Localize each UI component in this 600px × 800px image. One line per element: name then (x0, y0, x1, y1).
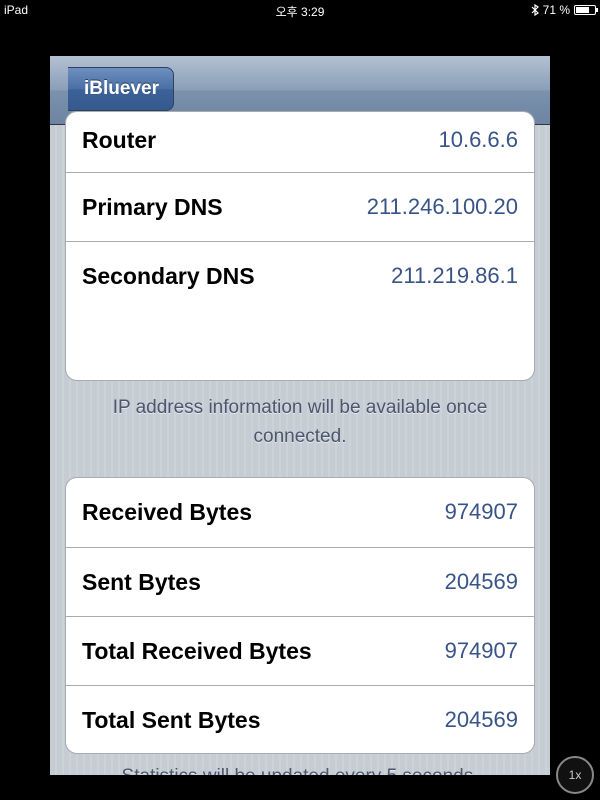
table-row-primary-dns[interactable]: Primary DNS 211.246.100.20 (66, 172, 534, 241)
statistics-group: Received Bytes 974907 Sent Bytes 204569 … (65, 477, 535, 754)
status-right: 71 % (531, 3, 598, 17)
battery-icon (574, 5, 598, 15)
battery-level (576, 7, 589, 13)
row-label: Total Sent Bytes (82, 707, 261, 733)
row-value: 204569 (444, 707, 518, 732)
table-row-received-bytes[interactable]: Received Bytes 974907 (66, 478, 534, 547)
row-value: 974907 (444, 638, 518, 663)
row-label: Received Bytes (82, 499, 253, 525)
row-label: Router (82, 127, 157, 153)
row-value: 204569 (444, 569, 518, 594)
network-footer-note: IP address information will be available… (112, 397, 488, 447)
table-row-secondary-dns[interactable]: Secondary DNS 211.219.86.1 (66, 241, 534, 310)
app-screen: iBluever Router 10.6.6.6 Primary DNS 211… (50, 56, 550, 775)
back-button-label: iBluever (84, 78, 159, 99)
bluetooth-icon (531, 3, 539, 17)
row-value: 10.6.6.6 (438, 127, 518, 152)
row-value: 974907 (444, 499, 518, 524)
back-button-body[interactable]: iBluever (68, 67, 174, 111)
table-row-router[interactable]: Router 10.6.6.6 (66, 112, 534, 172)
table-row-sent-bytes[interactable]: Sent Bytes 204569 (66, 547, 534, 616)
battery-percent: 71 % (542, 3, 570, 17)
table-row-total-sent-bytes[interactable]: Total Sent Bytes 204569 (66, 685, 534, 753)
status-time: 오후 3:29 (275, 5, 325, 19)
network-group: Router 10.6.6.6 Primary DNS 211.246.100.… (65, 111, 535, 381)
status-bar: iPad 오후 3:29 71 % (0, 0, 600, 20)
row-value: 211.246.100.20 (366, 194, 518, 219)
row-label: Sent Bytes (82, 569, 201, 595)
row-label: Total Received Bytes (82, 638, 312, 664)
statistics-footer-note: Statistics will be updated every 5 secon… (80, 762, 520, 775)
row-label: Secondary DNS (82, 263, 255, 289)
zoom-1x-button[interactable]: 1x (556, 756, 594, 794)
table-row-total-received-bytes[interactable]: Total Received Bytes 974907 (66, 616, 534, 685)
row-value: 211.219.86.1 (391, 263, 518, 288)
row-label: Primary DNS (82, 194, 223, 220)
